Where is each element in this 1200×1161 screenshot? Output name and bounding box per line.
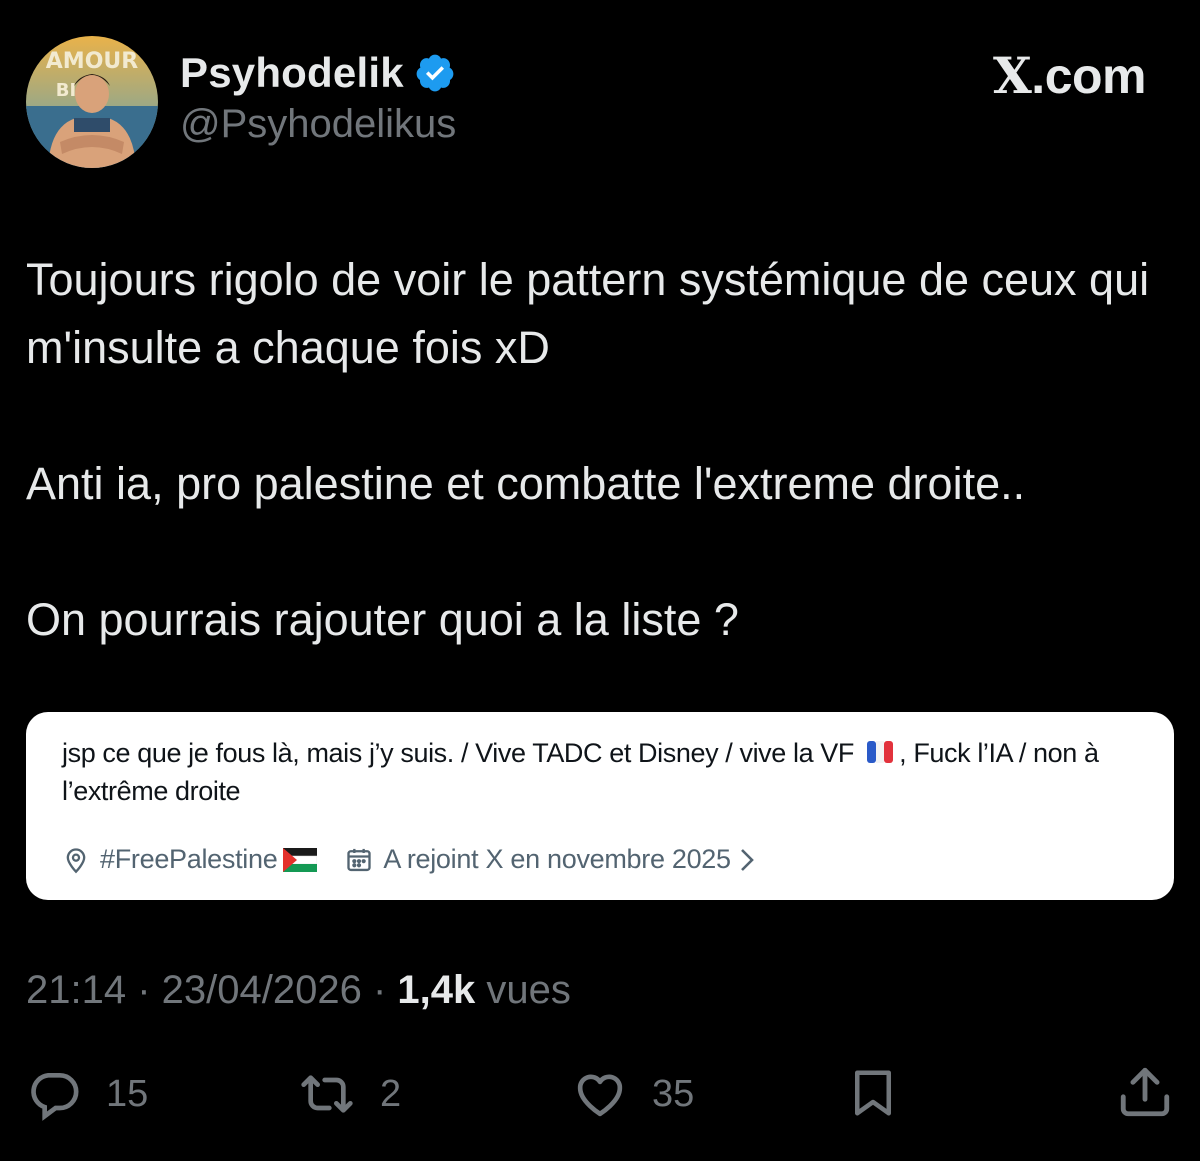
x-com-logo: X.com (993, 46, 1146, 105)
bio-screenshot-card: jsp ce que je fous là, mais j’y suis. / … (26, 712, 1174, 900)
svg-text:BI: BI (56, 80, 76, 101)
x-logo-suffix: .com (1031, 48, 1146, 104)
bio-meta: #FreePalestine A rejoint X en novembre 2… (62, 844, 755, 875)
author-info: Psyhodelik @Psyhodelikus (180, 48, 456, 147)
views-count: 1,4k (397, 968, 476, 1012)
flag-france-icon (863, 737, 897, 763)
bio-text-part: jsp ce que je fous là, mais j’y suis. / … (62, 738, 855, 768)
tweet-timestamp: 21:14 · 23/04/2026 · 1,4k vues (26, 968, 571, 1013)
reply-button[interactable]: 15 (26, 1066, 148, 1122)
author-display-name[interactable]: Psyhodelik (180, 49, 404, 97)
like-count: 35 (652, 1072, 695, 1115)
bio-location-text: #FreePalestine (100, 844, 278, 874)
verified-badge-icon[interactable] (414, 52, 456, 94)
repost-icon (298, 1066, 356, 1122)
like-icon (572, 1066, 628, 1122)
bio-text: jsp ce que je fous là, mais j’y suis. / … (62, 734, 1122, 810)
author-handle[interactable]: @Psyhodelikus (180, 102, 456, 147)
chevron-right-icon (739, 847, 755, 873)
bookmark-icon (846, 1064, 900, 1122)
tweet-text: Toujours rigolo de voir le pattern systé… (26, 246, 1176, 654)
reply-icon (26, 1066, 82, 1122)
name-row: Psyhodelik (180, 48, 456, 98)
like-button[interactable]: 35 (572, 1066, 694, 1122)
tweet-paragraph: Anti ia, pro palestine et combatte l'ext… (26, 458, 1026, 509)
tweet-action-bar: 15 2 35 (0, 1060, 1200, 1130)
tweet-time[interactable]: 21:14 (26, 968, 126, 1012)
views-label: vues (486, 968, 571, 1012)
separator: · (126, 968, 162, 1012)
calendar-icon (345, 846, 373, 874)
bookmark-button[interactable] (846, 1064, 900, 1122)
repost-button[interactable]: 2 (298, 1066, 401, 1122)
bio-joined[interactable]: A rejoint X en novembre 2025 (345, 844, 754, 875)
tweet-date[interactable]: 23/04/2026 (162, 968, 362, 1012)
repost-count: 2 (380, 1072, 402, 1115)
svg-text:AMOUR: AMOUR (46, 49, 138, 74)
share-icon (1116, 1062, 1174, 1122)
location-pin-icon (62, 846, 90, 874)
bio-location: #FreePalestine (62, 844, 318, 875)
bio-joined-text: A rejoint X en novembre 2025 (383, 844, 731, 874)
x-logo-letter: X (993, 46, 1032, 105)
flag-palestine-icon (283, 847, 318, 872)
tweet-paragraph: On pourrais rajouter quoi a la liste ? (26, 594, 739, 645)
author-avatar[interactable]: AMOUR BI (26, 36, 158, 168)
separator: · (361, 968, 398, 1012)
tweet-paragraph: Toujours rigolo de voir le pattern systé… (26, 254, 1150, 373)
reply-count: 15 (106, 1072, 149, 1115)
share-button[interactable] (1116, 1062, 1174, 1122)
